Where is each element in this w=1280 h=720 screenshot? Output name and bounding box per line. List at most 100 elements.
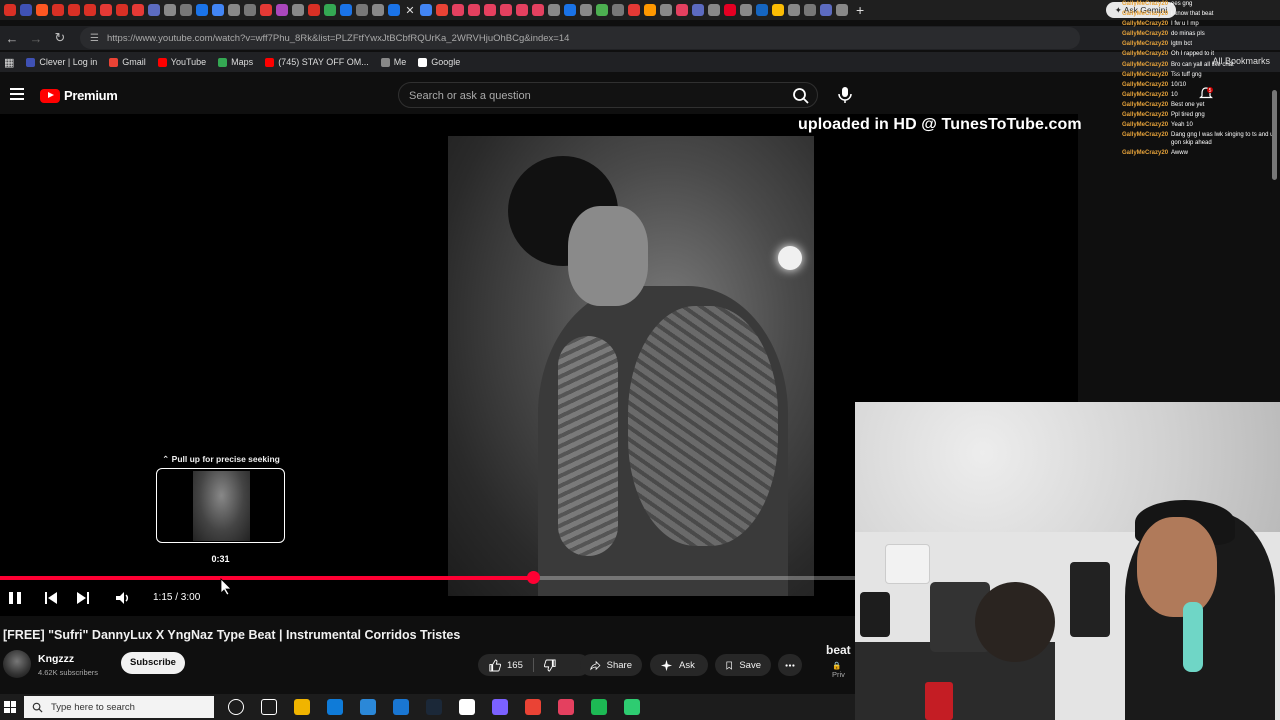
- forward-icon[interactable]: →: [24, 31, 48, 46]
- close-tab-icon[interactable]: ✕: [404, 4, 416, 17]
- bookmark-item[interactable]: YouTube: [157, 57, 206, 67]
- bookmark-item[interactable]: Gmail: [109, 57, 146, 67]
- taskbar-app-icon[interactable]: [228, 699, 244, 715]
- browser-tab-favicon[interactable]: [452, 4, 464, 16]
- browser-tab-favicon[interactable]: [612, 4, 624, 16]
- browser-tab-favicon[interactable]: [36, 4, 48, 16]
- bookmark-item[interactable]: Maps: [218, 57, 253, 67]
- browser-tab-favicon[interactable]: [788, 4, 800, 16]
- taskbar-search[interactable]: Type here to search: [24, 696, 214, 718]
- search-icon[interactable]: [791, 86, 811, 106]
- browser-tab-favicon[interactable]: [724, 4, 736, 16]
- search-box[interactable]: Search or ask a question: [398, 82, 818, 108]
- taskbar-app-icon[interactable]: [261, 699, 277, 715]
- taskbar-app-icon[interactable]: [393, 699, 409, 715]
- page-scrollbar[interactable]: [1271, 80, 1278, 180]
- share-button[interactable]: Share: [580, 654, 642, 676]
- browser-tab-favicon[interactable]: [756, 4, 768, 16]
- back-icon[interactable]: ←: [0, 31, 24, 46]
- browser-tab-favicon[interactable]: [116, 4, 128, 16]
- browser-tab-favicon[interactable]: [692, 4, 704, 16]
- browser-tab-favicon[interactable]: [340, 4, 352, 16]
- browser-tab-favicon[interactable]: [260, 4, 272, 16]
- browser-tab-favicon[interactable]: [708, 4, 720, 16]
- browser-tab-favicon[interactable]: [228, 4, 240, 16]
- browser-tab-favicon[interactable]: [420, 4, 432, 16]
- browser-tab-favicon[interactable]: [468, 4, 480, 16]
- more-actions-button[interactable]: [778, 654, 802, 676]
- browser-tab-favicon[interactable]: [52, 4, 64, 16]
- youtube-logo[interactable]: Premium: [40, 88, 118, 103]
- playlist-title[interactable]: beat: [826, 643, 851, 657]
- taskbar-app-icon[interactable]: [294, 699, 310, 715]
- browser-tab-favicon[interactable]: [148, 4, 160, 16]
- channel-avatar[interactable]: [3, 650, 31, 678]
- browser-tab-favicon[interactable]: [532, 4, 544, 16]
- browser-tab-favicon[interactable]: [500, 4, 512, 16]
- search-input[interactable]: Search or ask a question: [409, 90, 531, 102]
- browser-tab-favicon[interactable]: [308, 4, 320, 16]
- browser-tab-favicon[interactable]: [628, 4, 640, 16]
- site-info-icon[interactable]: ☰: [90, 33, 99, 44]
- windows-start-icon[interactable]: [4, 701, 16, 713]
- browser-tab-favicon[interactable]: [660, 4, 672, 16]
- browser-tab-favicon[interactable]: [84, 4, 96, 16]
- menu-icon[interactable]: [10, 88, 24, 100]
- browser-tab-favicon[interactable]: [196, 4, 208, 16]
- next-icon[interactable]: [74, 590, 92, 606]
- browser-tab-favicon[interactable]: [484, 4, 496, 16]
- browser-tab-favicon[interactable]: [68, 4, 80, 16]
- browser-tab-favicon[interactable]: [516, 4, 528, 16]
- notification-bell-icon[interactable]: 5: [1198, 86, 1214, 102]
- save-button[interactable]: Save: [715, 654, 771, 676]
- browser-tab-favicon[interactable]: [372, 4, 384, 16]
- browser-tab-favicon[interactable]: [836, 4, 848, 16]
- browser-tab-favicon[interactable]: [20, 4, 32, 16]
- browser-tab-favicon[interactable]: [388, 4, 400, 16]
- browser-tab-favicon[interactable]: [580, 4, 592, 16]
- reload-icon[interactable]: ↻: [48, 30, 72, 46]
- taskbar-app-icon[interactable]: [459, 699, 475, 715]
- bookmark-item[interactable]: Google: [418, 57, 460, 67]
- subscribe-button[interactable]: Subscribe: [121, 652, 185, 674]
- volume-icon[interactable]: [114, 590, 132, 606]
- taskbar-app-icon[interactable]: [525, 699, 541, 715]
- taskbar-app-icon[interactable]: [360, 699, 376, 715]
- taskbar-app-icon[interactable]: [591, 699, 607, 715]
- browser-tab-favicon[interactable]: [132, 4, 144, 16]
- browser-tab-favicon[interactable]: [644, 4, 656, 16]
- apps-icon[interactable]: ▦: [4, 56, 14, 69]
- previous-icon[interactable]: [42, 590, 60, 606]
- browser-tab-favicon[interactable]: [596, 4, 608, 16]
- dislike-icon[interactable]: [543, 658, 557, 672]
- taskbar-app-icon[interactable]: [558, 699, 574, 715]
- bookmark-item[interactable]: Me: [380, 57, 406, 67]
- url-bar[interactable]: ☰ https://www.youtube.com/watch?v=wff7Ph…: [80, 27, 1080, 49]
- progress-bar[interactable]: [0, 571, 855, 584]
- browser-tab-favicon[interactable]: [772, 4, 784, 16]
- taskbar-app-icon[interactable]: [624, 699, 640, 715]
- browser-tab-favicon[interactable]: [292, 4, 304, 16]
- browser-tab-favicon[interactable]: [356, 4, 368, 16]
- browser-tab-favicon[interactable]: [276, 4, 288, 16]
- like-count[interactable]: 165: [507, 660, 523, 671]
- bookmark-item[interactable]: (745) STAY OFF OM...: [265, 57, 369, 67]
- browser-tab-favicon[interactable]: [4, 4, 16, 16]
- taskbar-app-icon[interactable]: [426, 699, 442, 715]
- browser-tab-favicon[interactable]: [164, 4, 176, 16]
- taskbar-app-icon[interactable]: [327, 699, 343, 715]
- browser-tab-favicon[interactable]: [244, 4, 256, 16]
- browser-tab-favicon[interactable]: [548, 4, 560, 16]
- like-icon[interactable]: [488, 658, 501, 672]
- browser-tab-favicon[interactable]: [740, 4, 752, 16]
- browser-tab-favicon[interactable]: [676, 4, 688, 16]
- taskbar-search-input[interactable]: Type here to search: [51, 702, 135, 713]
- browser-tab-favicon[interactable]: [100, 4, 112, 16]
- progress-scrubber[interactable]: [526, 571, 540, 584]
- browser-tab-favicon[interactable]: [804, 4, 816, 16]
- browser-tab-favicon[interactable]: [324, 4, 336, 16]
- browser-tab-favicon[interactable]: [564, 4, 576, 16]
- microphone-icon[interactable]: [834, 84, 856, 106]
- pause-icon[interactable]: [6, 590, 24, 606]
- new-tab-icon[interactable]: +: [856, 2, 864, 18]
